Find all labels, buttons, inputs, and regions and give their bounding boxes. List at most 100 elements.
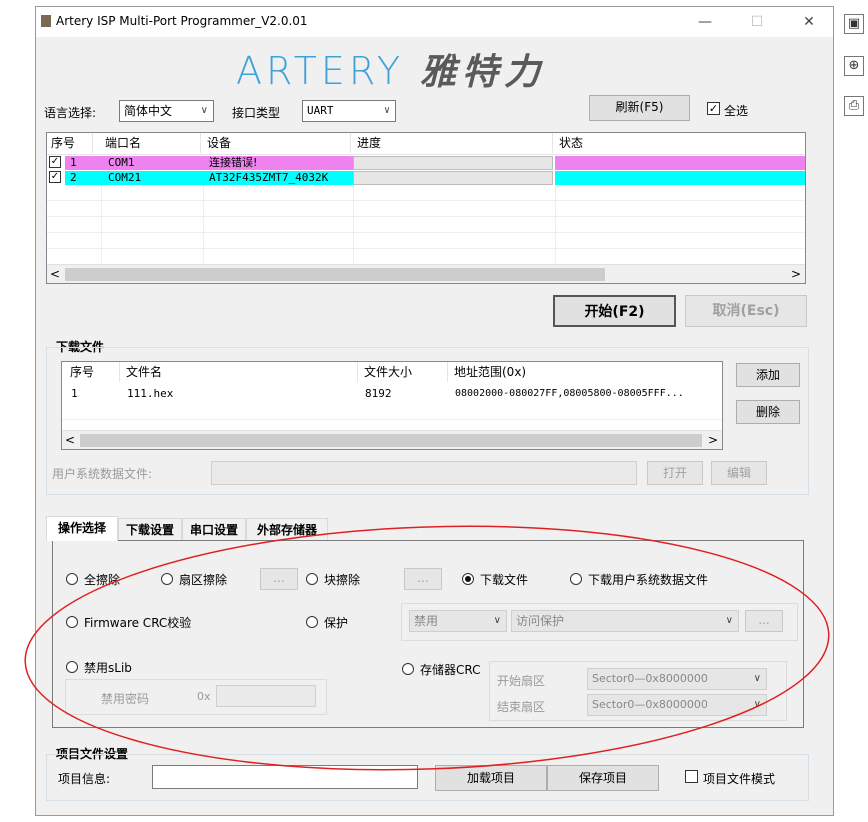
select-all-checkbox[interactable]: ✓ [707,102,720,115]
project-info-label: 项目信息: [58,772,111,786]
close-button[interactable]: ✕ [794,11,824,33]
zoom-in-icon[interactable]: ⊕ [844,56,864,76]
disable-password-input[interactable] [216,685,316,707]
file-size: 8192 [365,387,392,400]
file-list-scrollbar[interactable]: < > [62,430,722,449]
table-row[interactable]: 1 111.hex 8192 08002000-080027FF,0800580… [62,386,722,402]
firmware-crc-radio[interactable] [66,616,78,628]
delete-file-button[interactable]: 删除 [736,400,800,424]
tab-serial-settings[interactable]: 串口设置 [182,518,246,541]
minimize-button[interactable]: — [690,11,720,33]
memory-crc-label: 存储器CRC [420,663,481,677]
image-icon[interactable]: ▣ [844,14,864,34]
save-project-button[interactable]: 保存项目 [547,765,659,791]
col-file-name[interactable]: 文件名 [122,362,358,382]
print-icon[interactable]: ⎙ [844,96,864,116]
file-index: 1 [71,387,78,400]
download-file-radio[interactable] [462,573,474,585]
row-device: AT32F435ZMT7_4032K [209,171,329,184]
col-divider [353,185,354,263]
logo-en: ARTERY [236,49,405,93]
maximize-button[interactable]: ☐ [742,11,772,33]
block-erase-ellipsis-button[interactable]: ... [404,568,442,590]
sector-erase-label: 扇区擦除 [179,573,228,587]
cancel-button[interactable]: 取消(Esc) [685,295,807,327]
scroll-right-icon[interactable]: > [708,433,718,447]
row-divider [47,216,805,217]
project-info-input[interactable] [152,765,418,789]
language-select[interactable]: 简体中文 ∨ [119,100,214,122]
protect-radio[interactable] [306,616,318,628]
disable-slib-radio[interactable] [66,661,78,673]
end-sector-select[interactable]: Sector0—0x8000000 ∨ [587,694,767,716]
tab-operation[interactable]: 操作选择 [46,516,118,541]
start-button[interactable]: 开始(F2) [553,295,676,327]
scroll-right-icon[interactable]: > [791,267,801,281]
start-sector-value: Sector0—0x8000000 [592,672,708,685]
col-divider [203,185,204,263]
progress-bar [353,156,553,170]
table-row[interactable]: ✓ 2 COM21 AT32F435ZMT7_4032K [47,171,805,185]
load-project-button[interactable]: 加载项目 [435,765,547,791]
full-erase-radio[interactable] [66,573,78,585]
chevron-down-icon: ∨ [725,615,733,626]
protect-ellipsis-button[interactable]: ... [745,610,783,632]
chevron-down-icon: ∨ [383,105,390,116]
chevron-down-icon: ∨ [493,615,501,626]
col-index[interactable]: 序号 [47,133,93,153]
col-progress[interactable]: 进度 [353,133,553,153]
protect-type-select[interactable]: 访问保护 ∨ [511,610,739,632]
file-list[interactable]: 序号 文件名 文件大小 地址范围(0x) 1 111.hex 8192 0800… [61,361,723,450]
start-sector-select[interactable]: Sector0—0x8000000 ∨ [587,668,767,690]
col-file-size[interactable]: 文件大小 [360,362,448,382]
col-device[interactable]: 设备 [203,133,351,153]
hex-prefix: 0x [197,690,211,703]
user-data-path-input[interactable] [211,461,637,485]
open-button[interactable]: 打开 [647,461,703,485]
row-index: 2 [70,171,77,184]
port-list-scrollbar[interactable]: < > [47,264,805,283]
memory-crc-radio[interactable] [402,663,414,675]
add-file-button[interactable]: 添加 [736,363,800,387]
port-list[interactable]: 序号 端口名 设备 进度 状态 ✓ 1 COM1 连接错误! ✓ 2 COM21… [46,132,806,284]
row-divider [47,200,805,201]
sector-erase-ellipsis-button[interactable]: ... [260,568,298,590]
interface-select[interactable]: UART ∨ [302,100,396,122]
row-divider [47,248,805,249]
table-row[interactable]: ✓ 1 COM1 连接错误! [47,156,805,170]
scroll-thumb[interactable] [65,268,605,281]
title-bar: Artery ISP Multi-Port Programmer_V2.0.01… [36,7,833,37]
row-checkbox[interactable]: ✓ [49,156,61,168]
download-user-data-label: 下载用户系统数据文件 [588,573,709,587]
protect-mode-select[interactable]: 禁用 ∨ [409,610,507,632]
col-divider [555,185,556,263]
sector-erase-radio[interactable] [161,573,173,585]
row-index: 1 [70,156,77,169]
disable-slib-label: 禁用sLib [84,661,132,675]
edit-button[interactable]: 编辑 [711,461,767,485]
col-port[interactable]: 端口名 [101,133,201,153]
col-file-index[interactable]: 序号 [66,362,120,382]
col-divider [101,185,102,263]
col-status[interactable]: 状态 [555,133,805,153]
col-address-range[interactable]: 地址范围(0x) [450,362,722,382]
disable-password-label: 禁用密码 [101,692,150,706]
user-data-label: 用户系统数据文件: [52,467,153,481]
row-checkbox[interactable]: ✓ [49,171,61,183]
project-mode-checkbox[interactable] [685,770,698,783]
start-sector-label: 开始扇区 [497,674,546,688]
refresh-button[interactable]: 刷新(F5) [589,95,690,121]
file-name: 111.hex [127,387,174,400]
chevron-down-icon: ∨ [753,673,761,684]
block-erase-label: 块擦除 [324,573,361,587]
row-divider [62,419,722,420]
download-user-data-radio[interactable] [570,573,582,585]
scroll-thumb[interactable] [80,434,702,447]
window-title: Artery ISP Multi-Port Programmer_V2.0.01 [56,14,308,28]
tab-external-memory[interactable]: 外部存储器 [246,518,328,541]
scroll-left-icon[interactable]: < [50,267,60,281]
tab-download-settings[interactable]: 下载设置 [118,518,182,541]
block-erase-radio[interactable] [306,573,318,585]
end-sector-value: Sector0—0x8000000 [592,698,708,711]
scroll-left-icon[interactable]: < [65,433,75,447]
